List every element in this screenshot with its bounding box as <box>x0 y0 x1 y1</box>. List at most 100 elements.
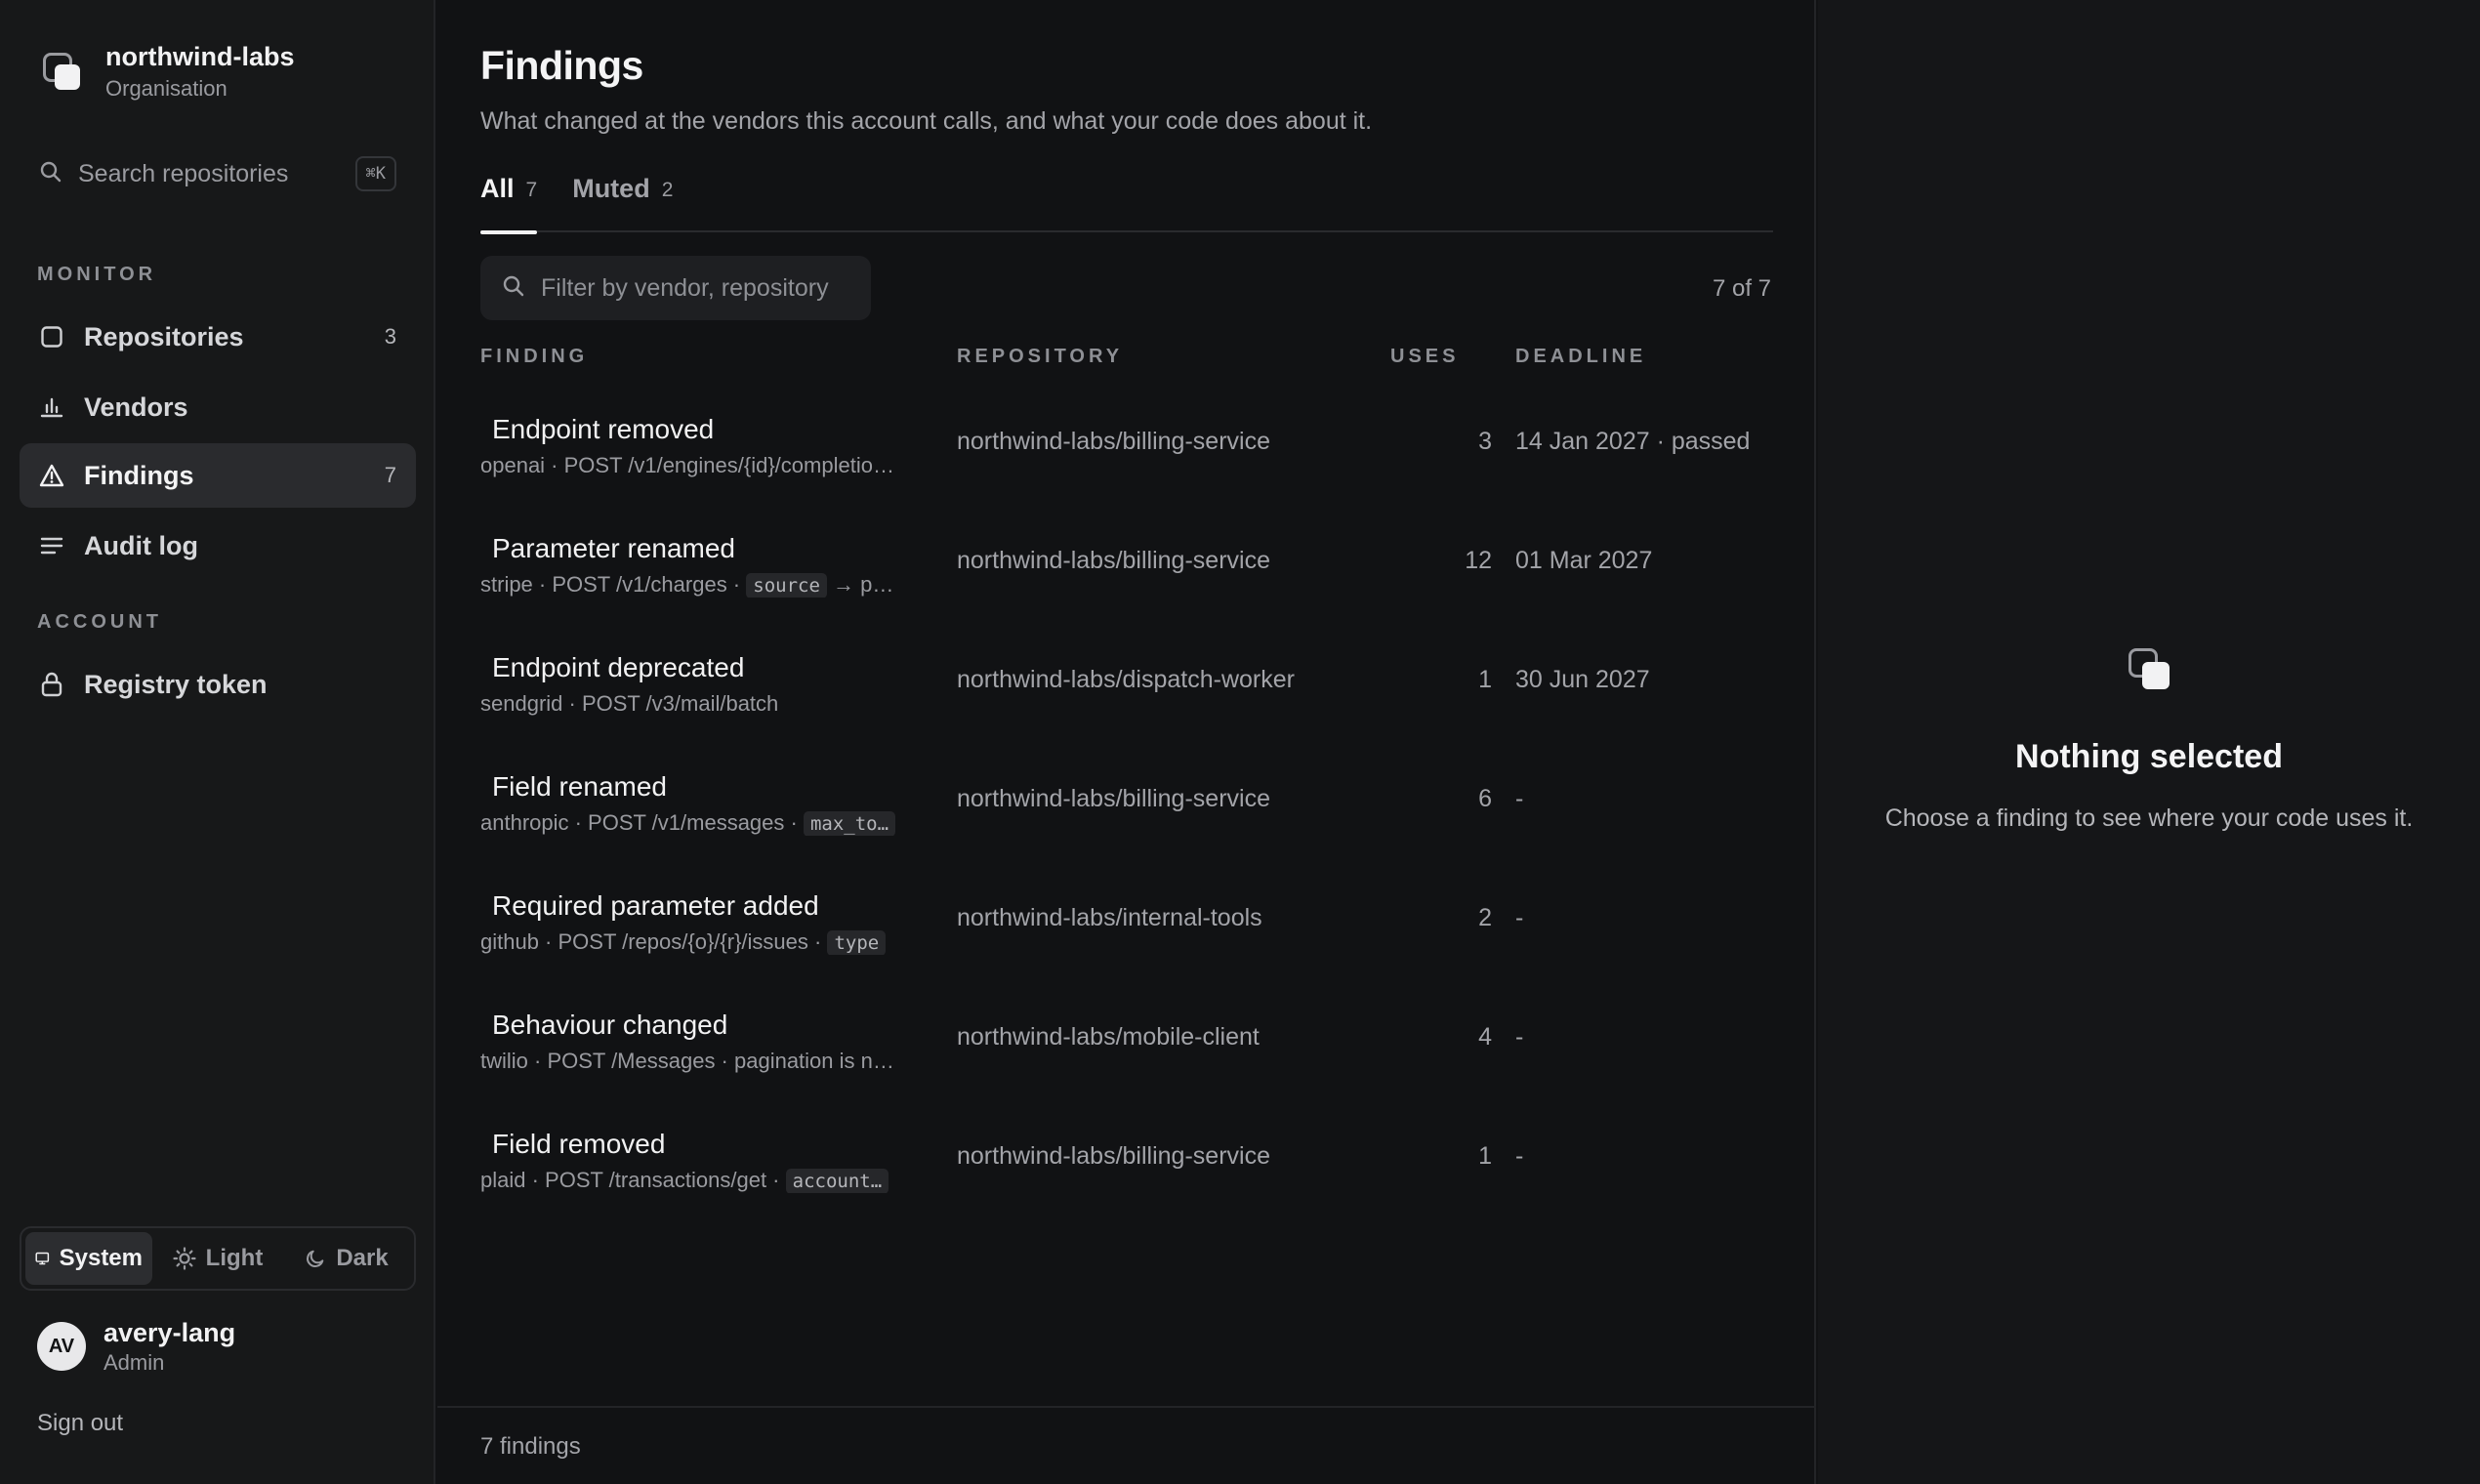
finding-title: Parameter renamed <box>492 533 736 563</box>
search-repositories-button[interactable]: Search repositories ⌘K <box>39 154 396 193</box>
tab-count: 7 <box>525 179 538 201</box>
finding-title: Endpoint deprecated <box>492 652 745 682</box>
sidebar-item-registry-token[interactable]: Registry token <box>20 652 416 717</box>
repository-name: northwind-labs/dispatch-worker <box>957 666 1295 693</box>
finding-title: Field renamed <box>492 771 667 802</box>
list-icon <box>39 533 64 558</box>
repository-name: northwind-labs/billing-service <box>957 547 1270 574</box>
sidebar-item-findings[interactable]: Findings 7 <box>20 443 416 508</box>
sidebar-item-label: Repositories <box>84 321 244 351</box>
detail-panel: Nothing selected Choose a finding to see… <box>1818 0 2480 1484</box>
code-token: type <box>827 930 887 955</box>
warning-triangle-icon <box>39 463 64 488</box>
uses-count: 12 <box>1465 547 1492 574</box>
org-subtitle: Organisation <box>105 76 227 101</box>
avatar: AV <box>37 1322 86 1371</box>
theme-option-dark[interactable]: Dark <box>283 1232 410 1285</box>
moon-icon <box>307 1250 324 1267</box>
tabs: All 7 Muted 2 <box>480 174 1773 234</box>
table-row[interactable]: Field renamed anthropic · POST /v1/messa… <box>480 752 1773 871</box>
search-label: Search repositories <box>78 159 289 187</box>
table-row[interactable]: Required parameter added github · POST /… <box>480 871 1773 990</box>
deadline: 01 Mar 2027 <box>1515 547 1653 574</box>
finding-title: Field removed <box>492 1129 666 1159</box>
sidebar-item-label: Registry token <box>84 669 268 699</box>
sidebar-item-repositories[interactable]: Repositories 3 <box>20 305 416 369</box>
uses-count: 6 <box>1478 785 1492 812</box>
sidebar: northwind-labs Organisation Search repos… <box>0 0 435 1484</box>
sidebar-item-vendors[interactable]: Vendors <box>20 375 416 439</box>
filter-box <box>480 256 871 320</box>
sidebar-item-label: Vendors <box>84 392 188 422</box>
page-subtitle: What changed at the vendors this account… <box>480 107 1373 135</box>
section-title-account: ACCOUNT <box>37 611 162 633</box>
org-logo-icon <box>39 51 80 92</box>
monitor-icon <box>35 1252 50 1265</box>
tab-count: 2 <box>661 179 674 201</box>
table-row[interactable]: Endpoint deprecated sendgrid · POST /v3/… <box>480 633 1773 752</box>
uses-count: 2 <box>1478 904 1492 931</box>
empty-state-title: Nothing selected <box>2015 738 2283 775</box>
finding-title: Required parameter added <box>492 890 819 921</box>
sidebar-item-audit-log[interactable]: Audit log <box>20 514 416 578</box>
findings-total: 7 findings <box>480 1433 581 1460</box>
finding-detail: github · POST /repos/{o}/{r}/issues · ty… <box>480 929 930 955</box>
theme-option-label: Light <box>205 1245 264 1271</box>
repository-name: northwind-labs/mobile-client <box>957 1023 1260 1051</box>
sidebar-item-label: Audit log <box>84 530 198 560</box>
org-switcher[interactable]: northwind-labs Organisation <box>39 39 294 103</box>
repository-name: northwind-labs/internal-tools <box>957 904 1262 931</box>
lock-icon <box>39 672 64 697</box>
table-row[interactable]: Parameter renamed stripe · POST /v1/char… <box>480 514 1773 633</box>
tab-all[interactable]: All 7 <box>480 174 538 234</box>
finding-detail: stripe · POST /v1/charges · source → p… <box>480 572 894 598</box>
sidebar-item-label: Findings <box>84 460 194 490</box>
code-token: max_to… <box>803 811 896 836</box>
bar-chart-icon <box>39 394 64 420</box>
column-header-deadline[interactable]: DEADLINE <box>1515 346 1646 368</box>
finding-title: Endpoint removed <box>492 414 715 444</box>
uses-count: 4 <box>1478 1023 1492 1051</box>
deadline: - <box>1515 1142 1524 1170</box>
page-title: Findings <box>480 43 643 88</box>
column-header-repository[interactable]: REPOSITORY <box>957 346 1123 368</box>
theme-option-label: System <box>59 1245 143 1271</box>
empty-state-icon <box>2127 646 2171 691</box>
finding-detail: twilio · POST /Messages · pagination is … <box>480 1049 894 1073</box>
finding-detail: plaid · POST /transactions/get · account… <box>480 1168 930 1193</box>
theme-switcher: System Light Dark <box>20 1226 416 1291</box>
user-profile[interactable]: AV avery-lang Admin <box>37 1316 235 1377</box>
deadline: 14 Jan 2027 · passed <box>1515 428 1751 455</box>
search-icon <box>502 274 525 303</box>
findings-panel: Findings What changed at the vendors thi… <box>437 0 1816 1484</box>
uses-count: 1 <box>1478 666 1492 693</box>
table-row[interactable]: Behaviour changed twilio · POST /Message… <box>480 990 1773 1109</box>
sidebar-item-count: 3 <box>384 324 396 349</box>
tab-muted[interactable]: Muted 2 <box>572 174 673 232</box>
theme-option-label: Dark <box>336 1245 389 1271</box>
sun-icon <box>173 1247 196 1270</box>
repository-name: northwind-labs/billing-service <box>957 1142 1270 1170</box>
code-token: account… <box>785 1169 889 1193</box>
uses-count: 1 <box>1478 1142 1492 1170</box>
deadline: 30 Jun 2027 <box>1515 666 1650 693</box>
tab-label: All <box>480 174 515 203</box>
deadline: - <box>1515 1023 1524 1051</box>
repository-name: northwind-labs/billing-service <box>957 428 1270 455</box>
column-header-finding[interactable]: FINDING <box>480 346 588 368</box>
result-count: 7 of 7 <box>1712 275 1771 302</box>
finding-detail: openai · POST /v1/engines/{id}/completio… <box>480 453 894 477</box>
user-role: Admin <box>103 1350 165 1375</box>
square-icon <box>39 324 64 350</box>
theme-option-light[interactable]: Light <box>152 1232 283 1285</box>
deadline: - <box>1515 785 1524 812</box>
table-footer: 7 findings <box>437 1406 1816 1484</box>
table-row[interactable]: Endpoint removed openai · POST /v1/engin… <box>480 394 1773 514</box>
table-row[interactable]: Field removed plaid · POST /transactions… <box>480 1109 1773 1228</box>
column-header-uses[interactable]: USES <box>1390 346 1459 368</box>
sign-out-button[interactable]: Sign out <box>37 1410 123 1437</box>
theme-option-system[interactable]: System <box>25 1232 152 1285</box>
finding-title: Behaviour changed <box>492 1010 728 1040</box>
filter-input[interactable] <box>541 273 863 303</box>
uses-count: 3 <box>1478 428 1492 455</box>
